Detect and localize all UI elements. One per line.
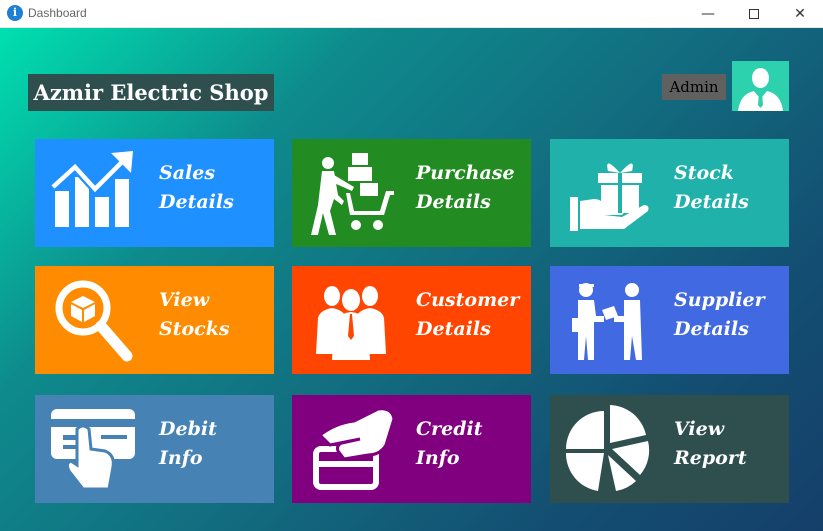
gift-hand-icon bbox=[570, 163, 649, 231]
debit-info-tile[interactable]: Debit Info bbox=[35, 395, 274, 503]
tile-label-line2: Details bbox=[674, 191, 749, 213]
tile-label-line1: Credit bbox=[416, 418, 483, 440]
tile-label: Debit Info bbox=[159, 415, 217, 473]
avatar bbox=[732, 61, 789, 111]
shopping-cart-icon bbox=[311, 153, 394, 235]
tile-label-line2: Info bbox=[159, 447, 203, 469]
tile-label: Stock Details bbox=[674, 159, 749, 217]
tile-label-line1: Supplier bbox=[674, 289, 765, 311]
maximize-icon bbox=[749, 9, 759, 19]
tile-label-line1: Stock bbox=[674, 162, 734, 184]
people-group-icon bbox=[316, 286, 386, 360]
sales-chart-icon bbox=[49, 151, 133, 227]
minimize-button[interactable]: — bbox=[685, 0, 731, 28]
view-report-tile[interactable]: View Report bbox=[550, 395, 789, 503]
tile-label-line2: Details bbox=[674, 318, 749, 340]
tile-label-line1: View bbox=[159, 289, 210, 311]
app-info-icon: i bbox=[7, 5, 23, 21]
tile-label-line2: Info bbox=[416, 447, 460, 469]
tile-label-line1: Debit bbox=[159, 418, 217, 440]
delivery-handover-icon bbox=[572, 283, 642, 360]
window-titlebar: i Dashboard — ✕ bbox=[0, 0, 823, 28]
tile-label: Sales Details bbox=[159, 159, 234, 217]
supplier-details-tile[interactable]: Supplier Details bbox=[550, 266, 789, 374]
tile-label: Customer Details bbox=[416, 286, 519, 344]
tile-label-line2: Details bbox=[416, 191, 491, 213]
stock-details-tile[interactable]: Stock Details bbox=[550, 139, 789, 247]
tile-label: View Report bbox=[674, 415, 747, 473]
tile-label-line1: Sales bbox=[159, 162, 216, 184]
view-stocks-tile[interactable]: View Stocks bbox=[35, 266, 274, 374]
purchase-details-tile[interactable]: Purchase Details bbox=[292, 139, 531, 247]
hand-card-icon bbox=[313, 407, 396, 490]
pie-chart-icon bbox=[565, 405, 650, 491]
user-avatar-icon bbox=[738, 68, 783, 111]
tile-label-line2: Details bbox=[416, 318, 491, 340]
tile-label-line2: Details bbox=[159, 191, 234, 213]
window-title: Dashboard bbox=[28, 6, 87, 20]
close-button[interactable]: ✕ bbox=[777, 0, 823, 28]
maximize-button[interactable] bbox=[731, 0, 777, 28]
shop-title: Azmir Electric Shop bbox=[28, 74, 274, 111]
tile-label: View Stocks bbox=[159, 286, 230, 344]
tile-label: Credit Info bbox=[416, 415, 483, 473]
tile-label-line2: Stocks bbox=[159, 318, 230, 340]
card-hand-icon bbox=[51, 409, 135, 491]
magnifier-box-icon bbox=[55, 280, 133, 362]
tile-label: Supplier Details bbox=[674, 286, 765, 344]
tile-label-line1: Customer bbox=[416, 289, 520, 311]
credit-info-tile[interactable]: Credit Info bbox=[292, 395, 531, 503]
dashboard-area: Azmir Electric Shop Admin Sales Details bbox=[0, 28, 823, 531]
tile-label: Purchase Details bbox=[416, 159, 515, 217]
sales-details-tile[interactable]: Sales Details bbox=[35, 139, 274, 247]
customer-details-tile[interactable]: Customer Details bbox=[292, 266, 531, 374]
user-label: Admin bbox=[662, 74, 726, 100]
tile-label-line1: View bbox=[674, 418, 725, 440]
tile-label-line1: Purchase bbox=[416, 162, 515, 184]
tile-label-line2: Report bbox=[674, 447, 747, 469]
